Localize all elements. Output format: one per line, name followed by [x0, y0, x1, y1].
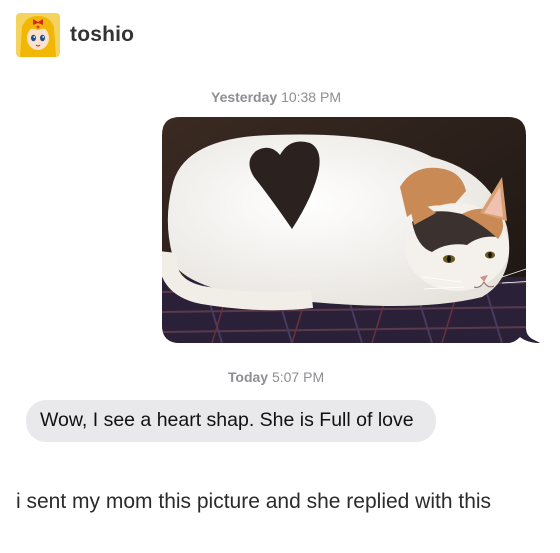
post: toshio Yesterday 10:38 PM Today 5:07 PM …: [0, 0, 560, 553]
post-header: toshio: [16, 12, 134, 58]
timestamp-day: Today: [227, 369, 269, 385]
received-message-text: Wow, I see a heart shap. She is Full of …: [40, 409, 414, 431]
post-caption: i sent my mom this picture and she repli…: [16, 490, 492, 513]
sent-image-bubble[interactable]: [162, 117, 540, 343]
timestamp-time: 10:38 PM: [281, 89, 341, 105]
received-message-bubble[interactable]: Wow, I see a heart shap. She is Full of …: [26, 400, 436, 442]
timestamp-yesterday: Yesterday 10:38 PM: [0, 89, 556, 105]
username[interactable]: toshio: [70, 23, 134, 47]
timestamp-time: 5:07 PM: [271, 369, 325, 385]
sailor-venus-avatar-icon[interactable]: [16, 13, 60, 57]
timestamp-today: Today 5:07 PM: [0, 369, 556, 385]
calico-cat-photo: [162, 117, 540, 343]
timestamp-day: Yesterday: [211, 89, 278, 105]
